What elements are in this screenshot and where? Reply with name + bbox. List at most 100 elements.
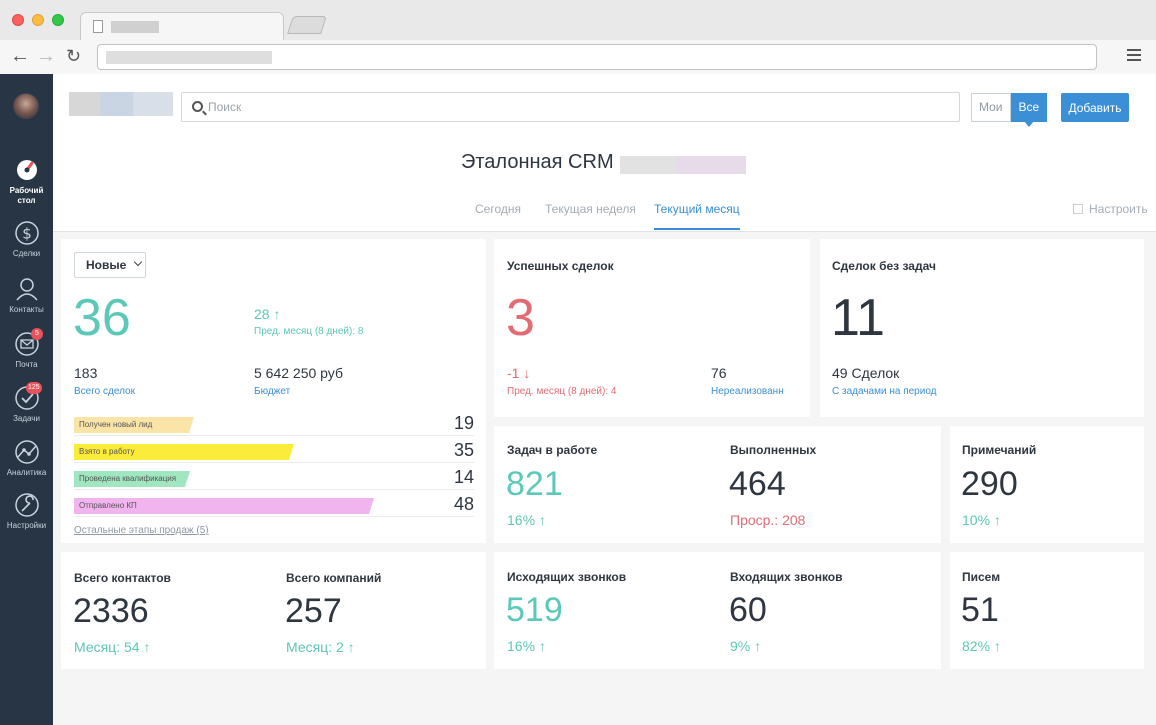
browser-toolbar: ← → ↻ [0, 40, 1156, 74]
sidebar-item-mail[interactable]: 5 Почта [0, 328, 53, 370]
incoming-calls-value: 60 [729, 591, 767, 629]
card-title: Писем [962, 570, 1001, 584]
contacts-total-value: 2336 [73, 592, 149, 630]
prev-month-text: Пред. месяц (8 дней): 8 [254, 326, 364, 337]
chevron-down-icon [133, 257, 143, 267]
search-icon [192, 101, 203, 112]
other-stages-link[interactable]: Остальные этапы продаж (5) [74, 525, 209, 536]
sidebar-item-label: Почта [15, 360, 38, 369]
page-title: Эталонная CRM [461, 151, 614, 173]
tab-today[interactable]: Сегодня [475, 202, 521, 230]
header: Мои Все Добавить Эталонная CRM Сегодня Т… [53, 74, 1156, 232]
unrealized-value: 76 [711, 365, 727, 381]
card-title: Сделок без задач [832, 259, 936, 273]
done-tasks-value: 464 [729, 465, 786, 503]
stage-row[interactable]: Взято в работу 35 [74, 439, 474, 463]
tasks-card: Задач в работе 821 16% ↑ Выполненных 464… [494, 426, 941, 543]
stage-label: Взято в работу [79, 447, 135, 456]
notes-value: 290 [961, 465, 1018, 503]
stage-row[interactable]: Получен новый лид 19 [74, 412, 474, 436]
stage-count: 19 [453, 413, 474, 433]
deals-without-tasks-count: 11 [831, 289, 885, 347]
sidebar-item-label: Настройки [6, 521, 47, 530]
tab-current-month[interactable]: Текущий месяц [654, 202, 740, 230]
svg-text:$: $ [22, 225, 32, 243]
stage-label: Отправлено КП [79, 501, 137, 510]
card-title: Успешных сделок [507, 259, 614, 273]
budget-value: 5 642 250 руб [254, 365, 343, 381]
stage-row[interactable]: Отправлено КП 48 [74, 493, 474, 517]
outgoing-calls-delta: 16% ↑ [507, 638, 546, 654]
stage-count: 35 [453, 440, 474, 460]
mail-count-badge: 5 [31, 328, 43, 340]
forward-arrow-icon[interactable]: → [36, 46, 56, 66]
companies-month-delta: Месяц: 2 ↑ [286, 639, 355, 655]
done-title: Выполненных [730, 443, 817, 457]
dropdown-value: Новые [86, 258, 127, 272]
sidebar-item-settings[interactable]: Настройки [0, 491, 53, 531]
contacts-month-delta: Месяц: 54 ↑ [74, 639, 151, 655]
tab-title-redacted [111, 21, 159, 33]
search-input[interactable] [208, 93, 948, 121]
notes-card: Примечаний 290 10% ↑ [950, 426, 1144, 543]
sidebar-item-label: Контакты [9, 305, 44, 314]
avatar[interactable] [13, 93, 39, 119]
tasks-in-work-value: 821 [506, 465, 563, 503]
hamburger-menu-icon[interactable] [1127, 49, 1141, 61]
sidebar-item-analytics[interactable]: Аналитика [0, 438, 53, 478]
add-button[interactable]: Добавить [1061, 93, 1129, 122]
unrealized-label[interactable]: Нереализованн [711, 386, 789, 397]
successful-deals-delta: -1 ↓ [507, 365, 531, 381]
tab-current-week[interactable]: Текущая неделя [545, 202, 636, 230]
successful-deals-card: Успешных сделок 3 -1 ↓ Пред. месяц (8 дн… [494, 239, 810, 417]
letters-card: Писем 51 82% ↑ [950, 552, 1144, 669]
search-box [181, 92, 960, 122]
configure-checkbox[interactable] [1073, 204, 1083, 214]
minimize-window-button[interactable] [32, 14, 44, 26]
sidebar-item-dashboard[interactable]: Рабочий стол [0, 156, 53, 206]
sidebar-item-label: Рабочий стол [9, 186, 44, 205]
tasks-count-badge: 125 [26, 382, 42, 394]
reload-icon[interactable]: ↻ [66, 46, 81, 66]
browser-chrome: ← → ↻ [0, 0, 1156, 74]
card-title: Всего контактов [74, 571, 171, 585]
browser-tab[interactable] [80, 12, 284, 40]
total-deals-value: 183 [74, 365, 98, 381]
sidebar-item-label: Аналитика [6, 468, 47, 477]
new-leads-card: Новые 36 28 ↑ Пред. месяц (8 дней): 8 18… [61, 239, 486, 543]
stage-count: 48 [453, 494, 474, 514]
new-leads-count: 36 [73, 289, 131, 347]
new-tab-button[interactable] [287, 16, 327, 34]
sidebar-item-deals[interactable]: $ Сделки [0, 219, 53, 259]
filter-mine-button[interactable]: Мои [971, 93, 1011, 122]
lead-status-dropdown[interactable]: Новые [74, 252, 146, 278]
total-deals-label[interactable]: Всего сделок [74, 386, 135, 397]
budget-label[interactable]: Бюджет [254, 386, 290, 397]
companies-title: Всего компаний [286, 571, 382, 585]
analytics-icon [14, 440, 39, 464]
close-window-button[interactable] [12, 14, 24, 26]
card-title: Задач в работе [507, 443, 598, 457]
url-redacted [106, 51, 272, 64]
deals-without-tasks-card: Сделок без задач 11 49 Сделок С задачами… [820, 239, 1144, 417]
back-arrow-icon[interactable]: ← [10, 46, 30, 66]
stage-row[interactable]: Проведена квалификация 14 [74, 466, 474, 490]
account-name-redacted [620, 156, 746, 174]
settings-icon [14, 493, 39, 517]
stage-label: Проведена квалификация [79, 474, 177, 483]
overdue-tasks-text: Проср.: 208 [730, 512, 806, 528]
maximize-window-button[interactable] [52, 14, 64, 26]
stage-label: Получен новый лид [79, 420, 153, 429]
sidebar-item-tasks[interactable]: 125 Задачи [0, 382, 53, 424]
filter-all-button[interactable]: Все [1010, 93, 1048, 127]
deals-with-tasks-value: 49 Сделок [832, 365, 900, 381]
company-logo-redacted [69, 92, 173, 116]
card-title: Исходящих звонков [507, 570, 627, 584]
document-icon [93, 20, 103, 33]
address-bar[interactable] [97, 44, 1097, 70]
sidebar-item-contacts[interactable]: Контакты [0, 275, 53, 315]
configure-toggle[interactable]: Настроить [1073, 202, 1148, 216]
sidebar-item-label: Задачи [13, 414, 40, 423]
successful-deals-count: 3 [506, 289, 535, 347]
deals-with-tasks-label[interactable]: С задачами на период [832, 386, 937, 397]
